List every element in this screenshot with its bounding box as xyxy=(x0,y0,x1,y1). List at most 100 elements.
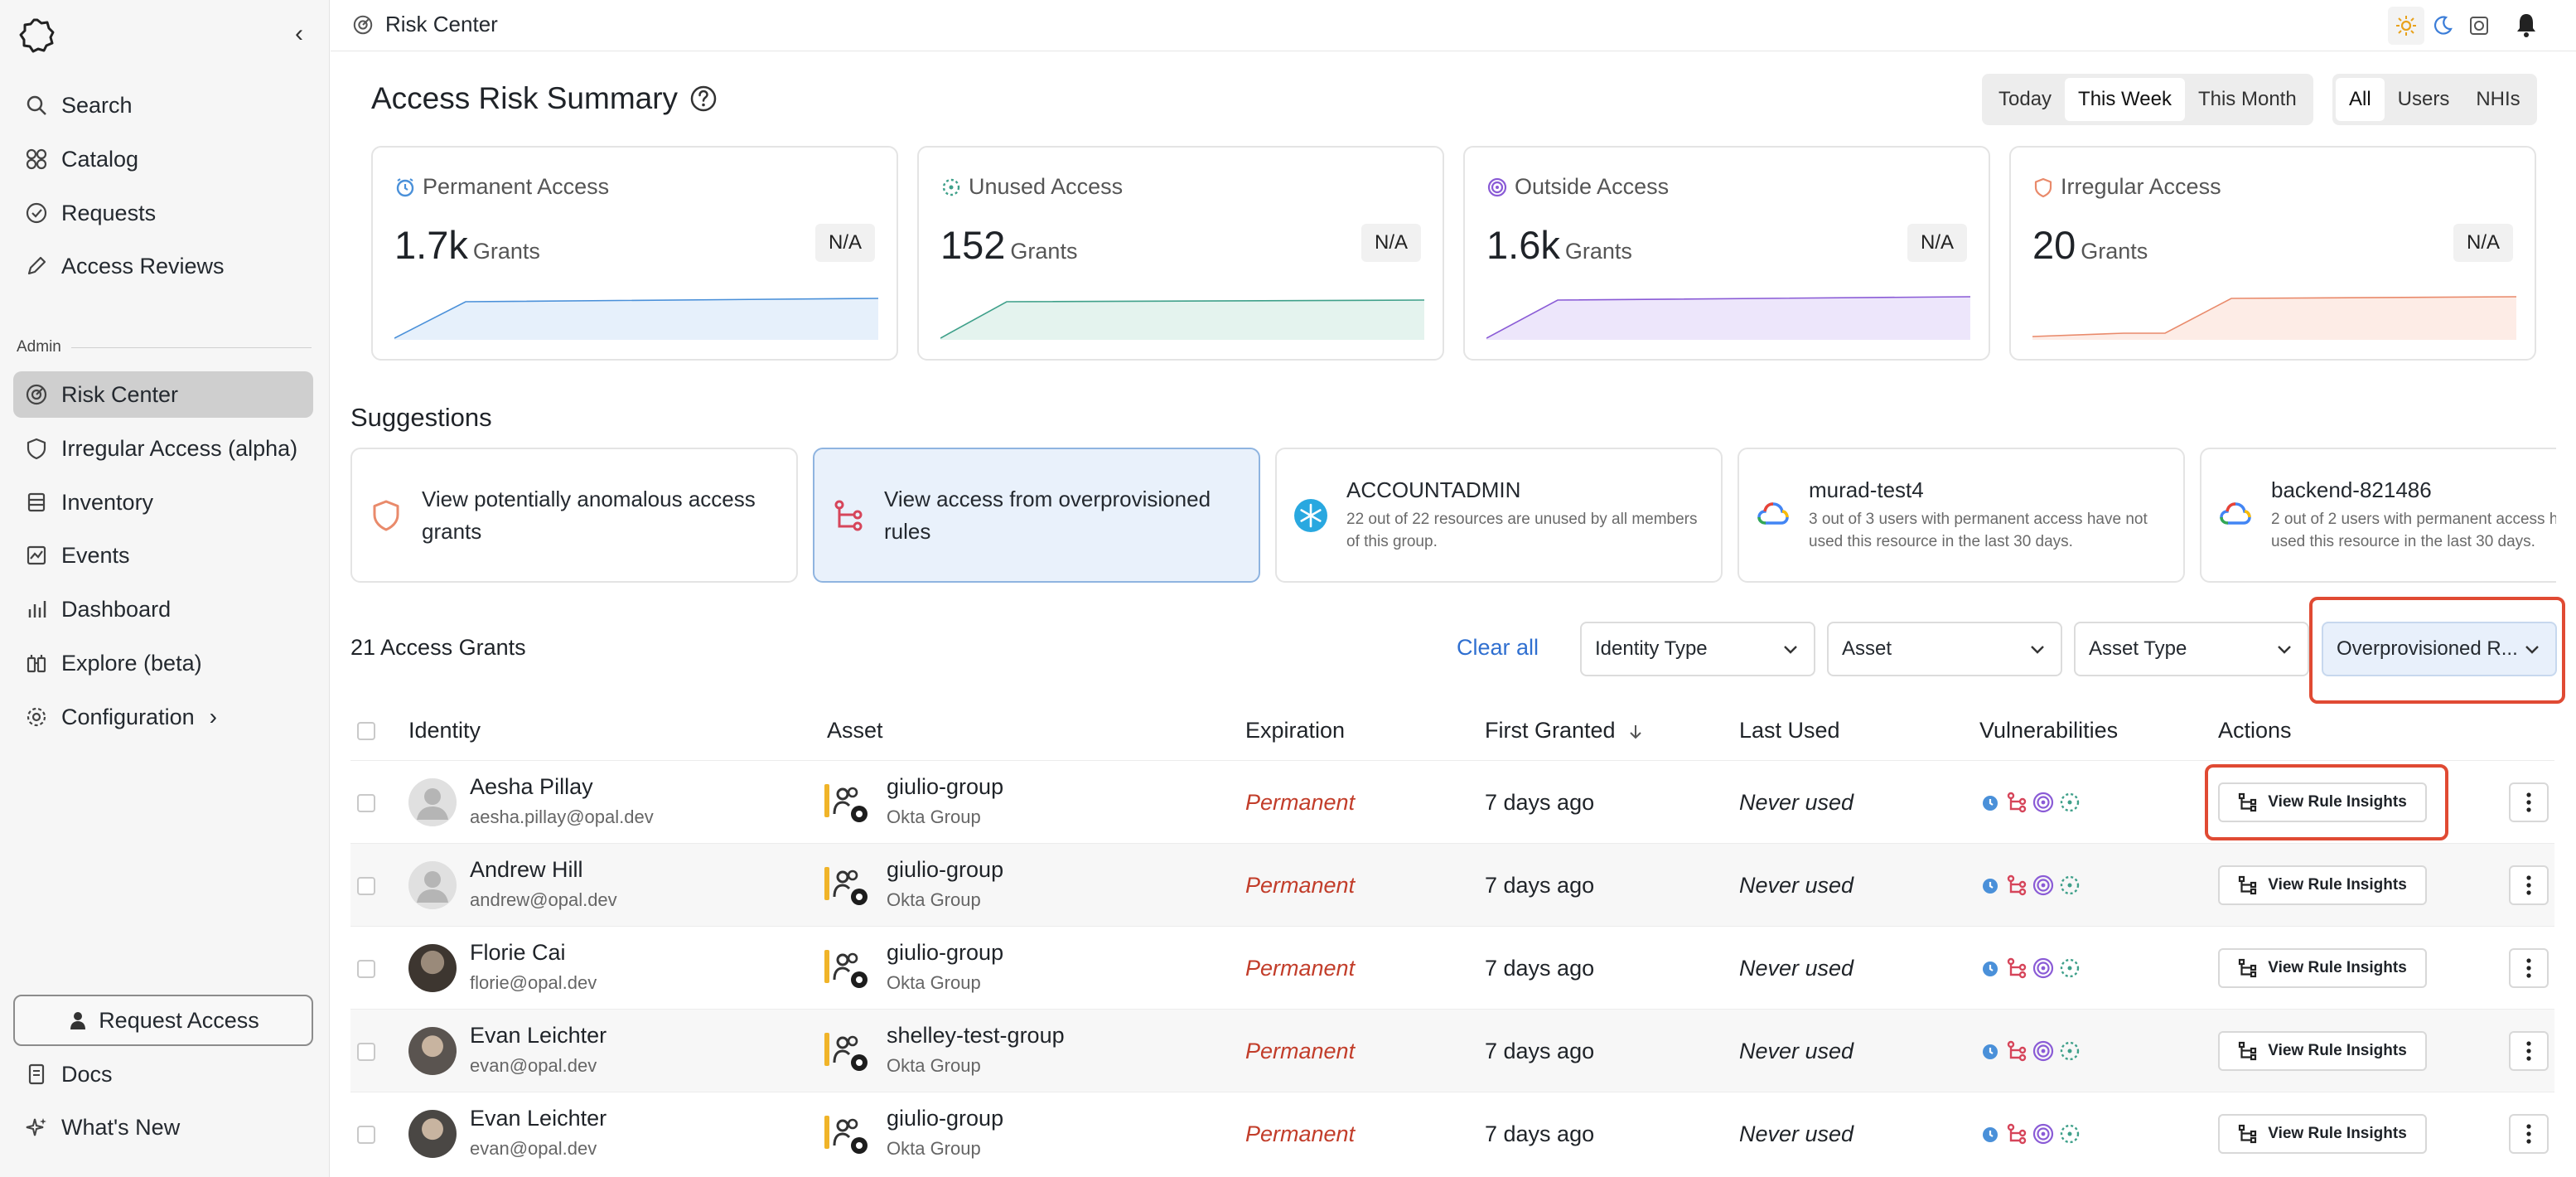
row-checkbox[interactable] xyxy=(357,794,375,812)
clock-alarm-icon[interactable] xyxy=(1979,1123,2001,1145)
rule-tree-icon[interactable] xyxy=(2006,1123,2027,1145)
risk-icon xyxy=(26,384,47,405)
identity-name[interactable]: Aesha Pillay xyxy=(470,774,593,800)
filter-label: Asset Type xyxy=(2089,637,2187,660)
dashed-circle-icon[interactable] xyxy=(2059,792,2081,813)
time-option-this-week[interactable]: This Week xyxy=(2065,78,2185,121)
suggestion-name: backend-821486 xyxy=(2271,477,2432,502)
rule-tree-icon[interactable] xyxy=(2006,792,2027,813)
row-checkbox[interactable] xyxy=(357,1126,375,1144)
sidebar-item-irregular-access[interactable]: Irregular Access (alpha) xyxy=(13,425,313,472)
sidebar-item-whats-new[interactable]: What's New xyxy=(13,1104,313,1150)
identity-name[interactable]: Andrew Hill xyxy=(470,857,583,883)
view-rule-insights-button[interactable]: View Rule Insights xyxy=(2218,865,2427,905)
scope-option-users[interactable]: Users xyxy=(2385,78,2463,121)
sidebar-item-explore[interactable]: Explore (beta) xyxy=(13,640,313,686)
asset-filter[interactable]: Asset xyxy=(1827,622,2062,676)
view-rule-insights-button[interactable]: View Rule Insights xyxy=(2218,1031,2427,1071)
dashed-circle-icon[interactable] xyxy=(2059,1040,2081,1062)
dashed-circle-icon[interactable] xyxy=(2059,957,2081,979)
row-more-menu-button[interactable] xyxy=(2509,782,2549,822)
column-header-asset[interactable]: Asset xyxy=(827,718,883,743)
suggestion-murad-test4[interactable]: murad-test4 3 out of 3 users with perman… xyxy=(1737,448,2185,583)
help-icon[interactable] xyxy=(689,85,718,113)
view-rule-insights-button[interactable]: View Rule Insights xyxy=(2218,948,2427,988)
dark-theme-button[interactable] xyxy=(2424,7,2461,45)
row-more-menu-button[interactable] xyxy=(2509,1031,2549,1071)
column-header-vulnerabilities[interactable]: Vulnerabilities xyxy=(1979,718,2118,743)
suggestion-anomalous-grants[interactable]: View potentially anomalous access grants xyxy=(350,448,798,583)
asset-name[interactable]: giulio-group xyxy=(887,1106,1003,1131)
unused-access-card[interactable]: Unused Access 152 Grants N/A xyxy=(917,146,1444,361)
view-rule-insights-button[interactable]: View Rule Insights xyxy=(2218,1114,2427,1154)
row-more-menu-button[interactable] xyxy=(2509,948,2549,988)
bell-icon[interactable] xyxy=(2514,12,2539,38)
asset-name[interactable]: shelley-test-group xyxy=(887,1023,1065,1049)
target-icon[interactable] xyxy=(2032,957,2054,979)
row-checkbox[interactable] xyxy=(357,1043,375,1061)
light-theme-button[interactable] xyxy=(2388,7,2424,45)
suggestion-backend-821486[interactable]: backend-821486 2 out of 2 users with per… xyxy=(2200,448,2556,583)
rule-tree-icon[interactable] xyxy=(2006,874,2027,896)
column-header-expiration[interactable]: Expiration xyxy=(1245,718,1345,743)
time-option-today[interactable]: Today xyxy=(1985,78,2065,121)
clock-alarm-icon[interactable] xyxy=(1979,792,2001,813)
row-more-menu-button[interactable] xyxy=(2509,865,2549,905)
column-header-identity[interactable]: Identity xyxy=(408,718,481,743)
clock-alarm-icon[interactable] xyxy=(1979,874,2001,896)
identity-name[interactable]: Evan Leichter xyxy=(470,1106,607,1131)
collapse-sidebar-icon[interactable]: ‹ xyxy=(295,22,315,46)
permanent-access-card[interactable]: Permanent Access 1.7k Grants N/A xyxy=(371,146,898,361)
dashed-circle-icon[interactable] xyxy=(2059,1123,2081,1145)
opal-logo-icon[interactable] xyxy=(18,17,56,55)
rule-tree-icon[interactable] xyxy=(2006,957,2027,979)
sidebar-item-inventory[interactable]: Inventory xyxy=(13,479,313,526)
sidebar-item-events[interactable]: Events xyxy=(13,532,313,579)
row-more-menu-button[interactable] xyxy=(2509,1114,2549,1154)
time-option-this-month[interactable]: This Month xyxy=(2185,78,2310,121)
identity-name[interactable]: Evan Leichter xyxy=(470,1023,607,1049)
suggestion-overprovisioned-rules[interactable]: View access from overprovisioned rules xyxy=(813,448,1260,583)
clock-alarm-icon[interactable] xyxy=(1979,957,2001,979)
sidebar-item-dashboard[interactable]: Dashboard xyxy=(13,586,313,632)
select-all-checkbox[interactable] xyxy=(357,722,375,740)
table-row[interactable]: Florie Cai florie@opal.dev giulio-group Okt… xyxy=(350,926,2554,1009)
clear-all-link[interactable]: Clear all xyxy=(1457,635,1539,661)
clock-alarm-icon[interactable] xyxy=(1979,1040,2001,1062)
sidebar-item-search[interactable]: Search xyxy=(13,82,313,128)
table-row[interactable]: Evan Leichter evan@opal.dev shelley-test-g… xyxy=(350,1009,2554,1092)
target-icon[interactable] xyxy=(2032,874,2054,896)
irregular-access-card[interactable]: Irregular Access 20 Grants N/A xyxy=(2009,146,2536,361)
scope-option-nhis[interactable]: NHIs xyxy=(2462,78,2533,121)
asset-name[interactable]: giulio-group xyxy=(887,857,1003,883)
identity-type-filter[interactable]: Identity Type xyxy=(1580,622,1815,676)
column-header-first-granted[interactable]: First Granted xyxy=(1485,718,1645,743)
dashboard-icon xyxy=(28,601,46,618)
scope-option-all[interactable]: All xyxy=(2336,78,2385,121)
target-icon[interactable] xyxy=(2032,1123,2054,1145)
sidebar-item-requests[interactable]: Requests xyxy=(13,190,313,236)
table-row[interactable]: Andrew Hill andrew@opal.dev giulio-group Ok… xyxy=(350,843,2554,926)
asset-name[interactable]: giulio-group xyxy=(887,774,1003,800)
target-icon[interactable] xyxy=(2032,1040,2054,1062)
identity-name[interactable]: Florie Cai xyxy=(470,940,566,966)
table-row[interactable]: Evan Leichter evan@opal.dev giulio-group Ok… xyxy=(350,1092,2554,1175)
dashed-circle-icon[interactable] xyxy=(2059,874,2081,896)
asset-name[interactable]: giulio-group xyxy=(887,940,1003,966)
row-checkbox[interactable] xyxy=(357,877,375,895)
column-header-last-used[interactable]: Last Used xyxy=(1739,718,1840,743)
sidebar-item-risk-center[interactable]: Risk Center xyxy=(13,371,313,418)
suggestion-accountadmin[interactable]: ACCOUNTADMIN 22 out of 22 resources are … xyxy=(1275,448,1723,583)
sidebar-item-access-reviews[interactable]: Access Reviews xyxy=(13,243,313,289)
target-icon[interactable] xyxy=(2032,792,2054,813)
request-access-button[interactable]: Request Access xyxy=(13,995,313,1046)
sidebar-item-docs[interactable]: Docs xyxy=(13,1051,313,1097)
sidebar-item-configuration[interactable]: Configuration › xyxy=(13,694,313,740)
row-checkbox[interactable] xyxy=(357,960,375,978)
system-theme-button[interactable] xyxy=(2461,7,2497,45)
column-header-label: First Granted xyxy=(1485,718,1616,743)
sidebar-item-catalog[interactable]: Catalog xyxy=(13,136,313,182)
asset-type-filter[interactable]: Asset Type xyxy=(2074,622,2309,676)
rule-tree-icon[interactable] xyxy=(2006,1040,2027,1062)
outside-access-card[interactable]: Outside Access 1.6k Grants N/A xyxy=(1463,146,1990,361)
